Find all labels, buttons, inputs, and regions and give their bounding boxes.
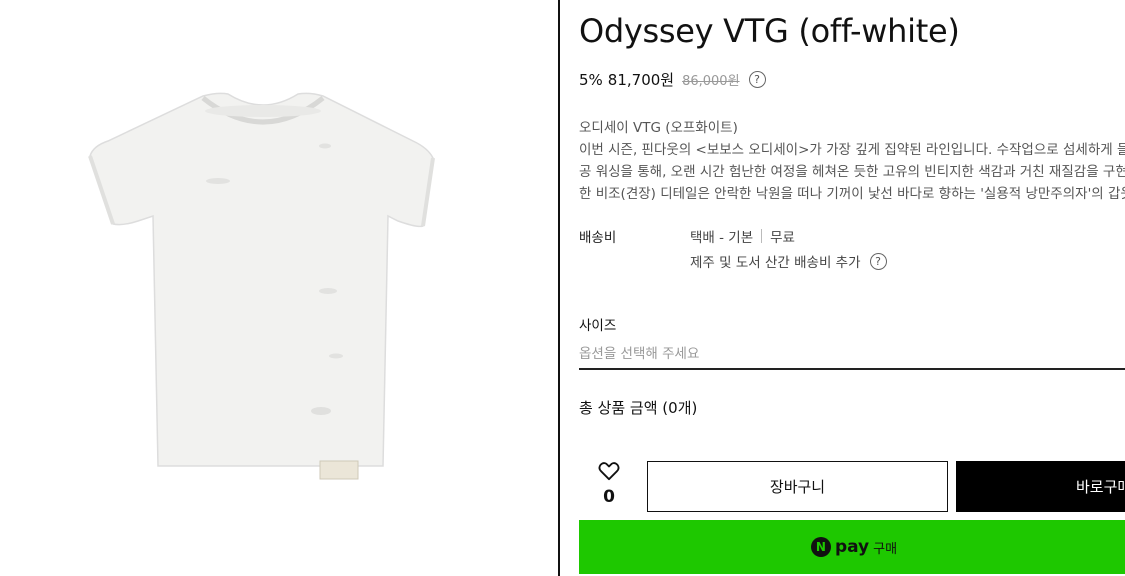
- shipping-label: 배송비: [579, 230, 617, 246]
- price-help-icon[interactable]: ?: [748, 71, 766, 88]
- product-description: 오디세이 VTG (오프화이트) 이번 시즌, 핀다웃의 <보보스 오디세이>가…: [579, 117, 1125, 205]
- product-info-panel: Odyssey VTG (off-white) 5% 81,700원 86,00…: [560, 0, 1125, 576]
- shipping-method: 택배 - 기본: [690, 230, 754, 246]
- description-line: 이번 시즌, 핀다웃의 <보보스 오디세이>가 가장 깊게 집약된 라인입니다.…: [579, 142, 1125, 158]
- product-image: [88, 92, 435, 480]
- product-title: Odyssey VTG (off-white): [579, 12, 960, 50]
- shipping-extra-note: 제주 및 도서 산간 배송비 추가: [690, 255, 861, 271]
- size-label: 사이즈: [579, 318, 617, 334]
- product-gallery: [0, 0, 558, 576]
- npay-buy-button[interactable]: N pay 구매: [579, 520, 1125, 574]
- shipping-extra-row: 제주 및 도서 산간 배송비 추가 ?: [690, 251, 887, 271]
- buy-now-button[interactable]: 바로구매: [956, 461, 1125, 512]
- total-amount: 총 상품 금액 (0개): [579, 399, 698, 417]
- description-line: 한 비조(견장) 디테일은 안락한 낙원을 떠나 기꺼이 낯선 바다로 향하는 …: [579, 186, 1125, 202]
- discount-rate: 5%: [579, 70, 603, 89]
- description-line: 오디세이 VTG (오프화이트): [579, 120, 738, 136]
- sale-price: 81,700원: [607, 71, 675, 89]
- size-select[interactable]: 옵션을 선택해 주세요: [579, 336, 1125, 370]
- shipping-fee: 무료: [770, 230, 795, 246]
- like-button[interactable]: 0: [594, 461, 624, 507]
- heart-icon: [598, 462, 620, 481]
- shipping-help-icon[interactable]: ?: [869, 252, 887, 270]
- npay-buy-text: 구매: [873, 541, 898, 557]
- npay-label: N pay 구매: [810, 537, 898, 557]
- shipping-method-row: 택배 - 기본 무료: [690, 226, 795, 246]
- npay-wordmark: pay: [834, 537, 870, 557]
- original-price: 86,000원: [682, 74, 740, 89]
- like-count: 0: [603, 487, 615, 507]
- add-to-cart-button[interactable]: 장바구니: [647, 461, 948, 512]
- description-line: 공 워싱을 통해, 오랜 시간 험난한 여정을 헤쳐온 듯한 고유의 빈티지한 …: [579, 164, 1125, 180]
- shipping-separator: [761, 229, 763, 243]
- price-row: 5% 81,700원 86,000원 ?: [579, 69, 766, 90]
- npay-logo-icon: N: [810, 537, 831, 557]
